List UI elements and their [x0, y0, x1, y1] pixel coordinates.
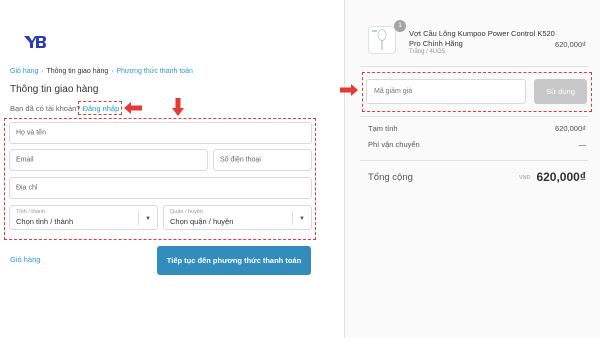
arrow-left-icon	[124, 102, 142, 114]
province-value: Chọn tỉnh / thành	[16, 217, 74, 226]
quantity-badge: 1	[394, 20, 406, 32]
district-select[interactable]: Quận / huyện Chọn quận / huyện ▼	[163, 205, 312, 230]
product-thumbnail	[368, 26, 396, 54]
province-label: Tỉnh / thành	[16, 209, 46, 215]
address-placeholder: Địa chỉ	[16, 184, 38, 192]
continue-to-payment-button[interactable]: Tiếp tục đến phương thức thanh toán	[157, 246, 311, 275]
coupon-input[interactable]: Mã giảm giá	[366, 79, 526, 104]
breadcrumb-cart[interactable]: Giỏ hàng	[10, 68, 38, 75]
subtotal-label: Tạm tính	[368, 124, 398, 133]
caret-down-icon: ▼	[145, 216, 151, 222]
arrow-down-icon	[172, 98, 184, 116]
phone-field[interactable]: Số điện thoại	[213, 149, 312, 171]
divider	[360, 160, 588, 161]
store-logo-icon[interactable]	[24, 36, 46, 48]
select-divider	[138, 211, 139, 225]
page-title: Thông tin giao hàng	[10, 84, 99, 95]
phone-placeholder: Số điện thoại	[220, 156, 261, 164]
shipping-fee-label: Phí vận chuyển	[368, 140, 420, 149]
address-field[interactable]: Địa chỉ	[9, 177, 312, 199]
email-field[interactable]: Email	[9, 149, 208, 171]
product-name: Vợt Cầu Lông Kumpoo Power Control K520 P…	[409, 29, 555, 48]
breadcrumb-payment-method[interactable]: Phương thức thanh toán	[116, 68, 193, 75]
arrow-right-icon	[340, 84, 358, 96]
product-price: 620,000₫	[555, 40, 586, 49]
badminton-racket-icon	[372, 29, 387, 50]
full-name-placeholder: Họ và tên	[16, 129, 46, 137]
full-name-field[interactable]: Họ và tên	[9, 122, 312, 144]
total-label: Tổng cộng	[368, 172, 413, 183]
product-variant: Trắng / 4UG5	[409, 49, 446, 55]
breadcrumb-shipping-info: Thông tin giao hàng	[46, 68, 109, 75]
total-currency: VND	[519, 175, 531, 181]
shipping-fee-value: —	[578, 140, 587, 149]
chevron-right-icon: ›	[41, 69, 44, 75]
divider	[360, 116, 588, 117]
email-placeholder: Email	[16, 156, 34, 164]
coupon-placeholder: Mã giảm giá	[374, 88, 413, 95]
total-value: 620,000₫	[536, 170, 586, 184]
caret-down-icon: ▼	[299, 216, 305, 222]
back-to-cart-link[interactable]: Giỏ hàng	[10, 255, 40, 264]
select-divider	[292, 211, 293, 225]
divider	[360, 66, 588, 67]
chevron-right-icon: ›	[111, 69, 114, 75]
login-prompt-text: Bạn đã có tài khoản?	[10, 104, 81, 113]
breadcrumb: Giỏ hàng › Thông tin giao hàng › Phương thức…	[10, 68, 193, 75]
district-label: Quận / huyện	[170, 209, 204, 215]
province-select[interactable]: Tỉnh / thành Chọn tỉnh / thành ▼	[9, 205, 158, 230]
login-highlight-box	[78, 101, 122, 115]
subtotal-value: 620,000₫	[555, 124, 586, 133]
district-value: Chọn quận / huyện	[170, 217, 234, 226]
apply-coupon-button[interactable]: Sử dụng	[534, 79, 587, 104]
